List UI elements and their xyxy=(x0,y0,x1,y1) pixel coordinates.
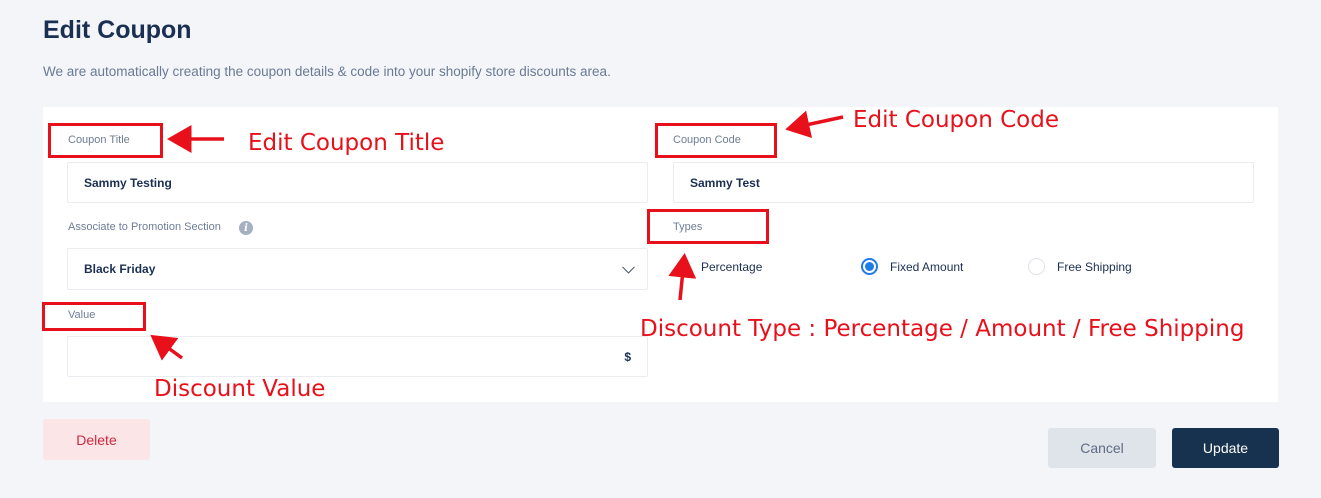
type-option-percentage[interactable]: Percentage xyxy=(701,258,762,275)
value-input[interactable]: $ xyxy=(67,336,648,377)
annotation-box-coupon-title xyxy=(48,123,163,158)
coupon-title-value: Sammy Testing xyxy=(84,175,172,190)
radio-free-shipping[interactable] xyxy=(1028,258,1045,275)
type-option-label: Free Shipping xyxy=(1057,259,1132,274)
promotion-section-label: Associate to Promotion Section xyxy=(68,221,221,233)
promotion-section-select[interactable]: Black Friday xyxy=(67,248,648,290)
currency-symbol: $ xyxy=(624,349,631,364)
annotation-box-types xyxy=(647,209,769,244)
annotation-discount-type: Discount Type : Percentage / Amount / Fr… xyxy=(640,316,1245,342)
coupon-code-input[interactable]: Sammy Test xyxy=(673,162,1254,203)
radio-fixed-amount[interactable] xyxy=(861,258,878,275)
coupon-code-value: Sammy Test xyxy=(690,175,760,190)
delete-button[interactable]: Delete xyxy=(43,419,150,460)
info-icon[interactable]: i xyxy=(239,221,253,235)
annotation-box-coupon-code xyxy=(655,123,777,158)
type-option-label: Percentage xyxy=(701,259,763,274)
promotion-section-value: Black Friday xyxy=(84,262,156,276)
annotation-discount-value: Discount Value xyxy=(154,376,326,402)
coupon-title-input[interactable]: Sammy Testing xyxy=(67,162,648,203)
cancel-button[interactable]: Cancel xyxy=(1048,428,1156,468)
annotation-edit-coupon-code: Edit Coupon Code xyxy=(853,107,1060,133)
annotation-edit-coupon-title: Edit Coupon Title xyxy=(248,130,445,156)
annotation-box-value xyxy=(42,302,146,331)
type-option-fixed-amount[interactable]: Fixed Amount xyxy=(861,258,963,275)
type-option-free-shipping[interactable]: Free Shipping xyxy=(1028,258,1132,275)
page-subtitle: We are automatically creating the coupon… xyxy=(43,64,611,79)
page-title: Edit Coupon xyxy=(43,16,192,44)
type-option-label: Fixed Amount xyxy=(890,259,964,274)
chevron-down-icon xyxy=(622,260,635,274)
update-button[interactable]: Update xyxy=(1172,428,1279,468)
